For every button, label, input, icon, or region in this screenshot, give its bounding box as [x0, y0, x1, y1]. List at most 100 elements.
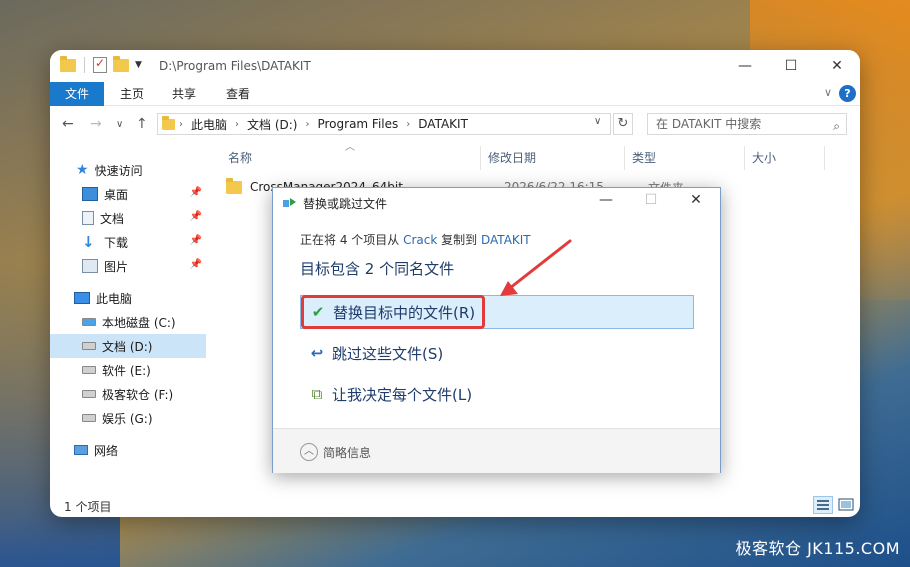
download-icon: ↓ — [82, 233, 95, 251]
column-name[interactable]: 名称 — [228, 146, 252, 170]
watermark: 极客软仓 JK115.COM — [735, 539, 900, 558]
search-icon: ⌕ — [833, 119, 840, 133]
sidebar-item-drive-e[interactable]: 软件 (E:) — [50, 358, 206, 382]
sidebar-item-drive-c[interactable]: 本地磁盘 (C:) — [50, 310, 206, 334]
decide-each-label: 让我决定每个文件(L) — [332, 385, 473, 404]
breadcrumb-separator-icon: › — [406, 118, 411, 130]
skip-arrow-icon: ↩ — [310, 344, 324, 362]
network-icon — [74, 445, 88, 455]
sidebar-item-drive-g[interactable]: 娱乐 (G:) — [50, 406, 206, 430]
sidebar-item-label: 软件 (E:) — [102, 363, 151, 378]
status-bar: 1 个项目 — [50, 493, 860, 517]
breadcrumb-drive-d[interactable]: 文档 (D:) — [247, 116, 297, 133]
address-bar[interactable]: › 此电脑 › 文档 (D:) › Program Files › DATAKI… — [157, 113, 611, 135]
forward-icon[interactable]: → — [90, 116, 102, 132]
sort-ascending-icon: ︿ — [345, 142, 355, 153]
copy-status-mid: 复制到 — [441, 233, 478, 247]
customize-toolbar-icon[interactable]: ▼ — [135, 60, 142, 70]
sidebar-item-desktop[interactable]: 桌面 📌 — [50, 182, 206, 206]
decide-each-option[interactable]: ⧉ 让我决定每个文件(L) — [300, 377, 694, 411]
folder-icon — [60, 55, 76, 72]
new-folder-icon[interactable] — [113, 55, 129, 72]
minimize-button[interactable]: — — [722, 50, 768, 82]
large-icons-view-button[interactable] — [836, 496, 856, 514]
sidebar-item-label: 图片 — [104, 259, 129, 274]
breadcrumb-separator-icon: › — [305, 118, 310, 130]
address-dropdown-icon[interactable]: ∨ — [594, 116, 601, 127]
document-icon — [82, 211, 94, 225]
tab-view[interactable]: 查看 — [222, 82, 254, 106]
details-view-button[interactable] — [813, 496, 833, 514]
sidebar-item-label: 娱乐 (G:) — [102, 411, 153, 426]
details-view-icon — [817, 500, 829, 510]
fewer-details-link[interactable]: 简略信息 — [323, 444, 371, 461]
dialog-minimize-button[interactable]: — — [591, 192, 621, 212]
dialog-footer: ︿ 简略信息 — [273, 429, 720, 473]
sidebar-item-network[interactable]: 网络 — [50, 438, 206, 462]
breadcrumb-program-files[interactable]: Program Files — [317, 117, 398, 131]
expand-ribbon-icon[interactable]: ∨ — [824, 86, 832, 99]
large-icons-view-icon — [838, 498, 854, 511]
sidebar-item-label: 此电脑 — [96, 291, 133, 306]
sidebar-item-documents[interactable]: 文档 📌 — [50, 206, 206, 230]
tab-home[interactable]: 主页 — [116, 82, 148, 106]
sidebar-item-label: 下载 — [104, 235, 129, 250]
search-input[interactable]: 在 DATAKIT 中搜索 ⌕ — [647, 113, 847, 135]
drive-icon — [82, 366, 96, 374]
copy-status-text: 正在将 4 个项目从 Crack 复制到 DATAKIT — [300, 231, 531, 248]
breadcrumb-separator-icon: › — [179, 118, 183, 130]
copy-status-prefix: 正在将 4 个项目从 — [300, 233, 400, 247]
help-icon[interactable]: ? — [839, 85, 856, 102]
column-divider[interactable] — [624, 146, 625, 170]
column-divider[interactable] — [480, 146, 481, 170]
sidebar-item-drive-f[interactable]: 极客软仓 (F:) — [50, 382, 206, 406]
breadcrumb-separator-icon: › — [235, 118, 240, 130]
chevron-up-icon[interactable]: ︿ — [300, 443, 318, 461]
highlight-box — [301, 295, 485, 329]
skip-files-label: 跳过这些文件(S) — [332, 344, 444, 363]
column-type[interactable]: 类型 — [632, 146, 656, 170]
pin-icon: 📌 — [189, 259, 202, 270]
sidebar-item-this-pc[interactable]: 此电脑 — [50, 286, 206, 310]
desktop-icon — [82, 187, 98, 201]
up-icon[interactable]: ↑ — [136, 116, 148, 132]
refresh-button[interactable]: ↻ — [613, 113, 633, 135]
tab-share[interactable]: 共享 — [168, 82, 200, 106]
recent-locations-icon[interactable]: ∨ — [116, 119, 123, 130]
sidebar-item-quick-access[interactable]: ★ 快速访问 — [50, 158, 206, 182]
quick-access-toolbar: ▼ — [60, 55, 142, 73]
sidebar-item-drive-d[interactable]: 文档 (D:) — [50, 334, 206, 358]
destination-folder-link[interactable]: DATAKIT — [481, 233, 531, 247]
drive-icon — [82, 342, 96, 350]
dialog-maximize-button[interactable]: ☐ — [636, 192, 666, 212]
drive-icon — [82, 390, 96, 398]
sidebar-item-label: 本地磁盘 (C:) — [102, 315, 176, 330]
navigation-pane: ★ 快速访问 桌面 📌 文档 📌 ↓ 下载 📌 图片 📌 此电脑 本地磁盘 (C… — [50, 142, 208, 490]
source-folder-link[interactable]: Crack — [403, 233, 437, 247]
column-divider[interactable] — [744, 146, 745, 170]
title-bar: ▼ D:\Program Files\DATAKIT — ☐ ✕ — [50, 50, 860, 82]
navigation-bar: ← → ∨ ↑ › 此电脑 › 文档 (D:) › Program Files … — [50, 107, 860, 141]
dialog-close-button[interactable]: ✕ — [681, 192, 711, 212]
sidebar-item-pictures[interactable]: 图片 📌 — [50, 254, 206, 278]
search-placeholder: 在 DATAKIT 中搜索 — [656, 117, 762, 131]
system-drive-icon — [82, 318, 96, 326]
column-modified[interactable]: 修改日期 — [488, 146, 536, 170]
sidebar-item-downloads[interactable]: ↓ 下载 📌 — [50, 230, 206, 254]
tab-file[interactable]: 文件 — [50, 82, 104, 106]
breadcrumb-this-pc[interactable]: 此电脑 — [191, 116, 227, 133]
maximize-button[interactable]: ☐ — [768, 50, 814, 82]
properties-icon[interactable] — [93, 56, 107, 73]
column-size[interactable]: 大小 — [752, 146, 776, 170]
back-icon[interactable]: ← — [62, 116, 74, 132]
close-icon: ✕ — [831, 58, 843, 74]
column-divider[interactable] — [824, 146, 825, 170]
drive-icon — [82, 414, 96, 422]
breadcrumb-datakit[interactable]: DATAKIT — [418, 117, 468, 131]
close-button[interactable]: ✕ — [814, 50, 860, 82]
pin-icon: 📌 — [189, 211, 202, 222]
window-title: D:\Program Files\DATAKIT — [159, 59, 311, 73]
skip-files-option[interactable]: ↩ 跳过这些文件(S) — [300, 336, 694, 370]
sidebar-item-label: 极客软仓 (F:) — [102, 387, 174, 402]
compare-files-icon: ⧉ — [311, 385, 323, 403]
